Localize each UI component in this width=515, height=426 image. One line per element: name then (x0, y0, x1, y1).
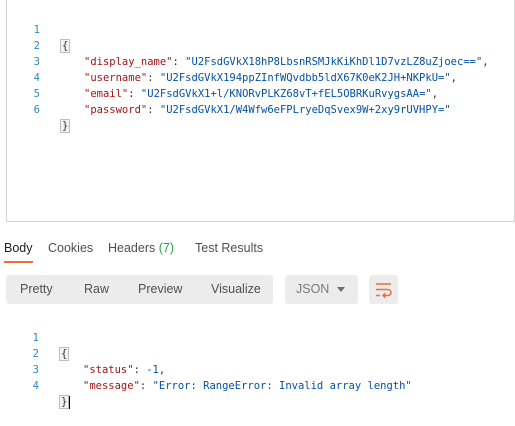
view-mode-toolbar: Pretty Raw Preview Visualize (6, 275, 273, 304)
tab-body[interactable]: Body (4, 235, 33, 263)
tab-body-label: Body (4, 241, 33, 255)
code-line: 2 "status": -1, (6, 330, 515, 376)
code-line: 1 { (6, 314, 515, 361)
headers-count-badge: (7) (158, 241, 175, 255)
tab-cookies-label: Cookies (48, 241, 94, 255)
wrap-lines-icon (376, 283, 392, 299)
json-value: "U2FsdGVkX1/W4Wfw6eFPLryeDqSvex9W+2xy9rU… (159, 104, 451, 116)
preview-button[interactable]: Preview (138, 275, 182, 304)
code-line: 4 "email": "U2FsdGVkX1+l/KNORvPLKZ68vT+f… (7, 54, 514, 100)
code-line: 2 "display_name": "U2FsdGVkX18hP8LbsnRSM… (7, 22, 514, 68)
code-line: 6 } (7, 86, 514, 133)
tab-headers[interactable]: Headers (7) (108, 235, 174, 263)
close-brace: } (60, 119, 71, 133)
response-tabs: Body Cookies Headers (7) Test Results (0, 235, 515, 263)
response-body[interactable]: 1 { 2 "status": -1, 3 "message": "Error:… (6, 314, 515, 409)
close-brace: } (59, 395, 70, 409)
tab-test-results[interactable]: Test Results (195, 235, 263, 263)
json-key: "message" (83, 380, 140, 392)
text-cursor (69, 395, 71, 409)
chevron-down-icon (337, 287, 345, 292)
tab-headers-label: Headers (108, 241, 156, 255)
code-line: 4 } (6, 362, 515, 409)
format-select[interactable]: JSON (285, 275, 358, 304)
format-select-value: JSON (296, 282, 330, 296)
visualize-button[interactable]: Visualize (211, 275, 261, 304)
request-body-editor[interactable]: 1 { 2 "display_name": "U2FsdGVkX18hP8Lbs… (6, 0, 515, 222)
json-value: "Error: RangeError: Invalid array length… (152, 380, 412, 392)
line-number: 4 (32, 380, 39, 392)
tab-cookies[interactable]: Cookies (48, 235, 93, 263)
code-line: 1 { (7, 6, 514, 53)
line-number: 6 (33, 104, 40, 116)
json-key: "password" (84, 104, 148, 116)
tab-test-results-label: Test Results (195, 241, 264, 255)
code-line: 3 "username": "U2FsdGVkX194ppZInfWQvdbb5… (7, 38, 514, 84)
pretty-button[interactable]: Pretty (20, 275, 53, 304)
wrap-lines-button[interactable] (369, 275, 398, 304)
raw-button[interactable]: Raw (84, 275, 109, 304)
code-line: 5 "password": "U2FsdGVkX1/W4Wfw6eFPLryeD… (7, 70, 514, 116)
request-code: 1 { 2 "display_name": "U2FsdGVkX18hP8Lbs… (7, 6, 514, 133)
code-line: 3 "message": "Error: RangeError: Invalid… (6, 346, 515, 392)
